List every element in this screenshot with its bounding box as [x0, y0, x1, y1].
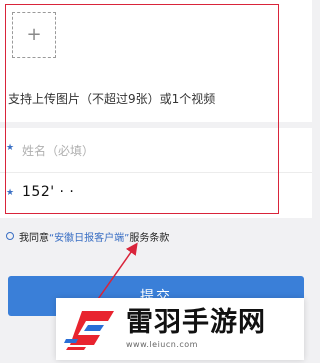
terms-link[interactable]: “安徽日报客户端”: [49, 229, 129, 244]
required-star-icon: ★: [6, 143, 15, 153]
upload-media-button[interactable]: +: [12, 12, 56, 58]
agreement-suffix: 服务条款: [129, 232, 170, 244]
agreement-prefix: 我同意: [19, 232, 49, 244]
watermark-logo-icon: [64, 307, 120, 351]
watermark-title: 雷羽手游网: [126, 307, 266, 338]
watermark-banner: 雷羽手游网 www.leiucn.com: [56, 298, 304, 360]
plus-icon: +: [26, 24, 42, 45]
form-card: + 支持上传图片（不超过9张）或1个视频 ★ 姓名（必填） ★ 152' · ·: [0, 0, 312, 218]
name-input-placeholder[interactable]: 姓名（必填）: [22, 142, 94, 159]
required-star-icon: ★: [6, 188, 15, 198]
feedback-page: + 支持上传图片（不超过9张）或1个视频 ★ 姓名（必填） ★ 152' · ·…: [0, 0, 312, 363]
upload-hint-text: 支持上传图片（不超过9张）或1个视频: [8, 92, 216, 106]
watermark-text: 雷羽手游网 www.leiucn.com: [126, 309, 266, 349]
agreement-row[interactable]: 我同意 “安徽日报客户端” 服务条款: [6, 228, 169, 244]
phone-field[interactable]: ★ 152' · ·: [0, 173, 312, 217]
phone-input-value[interactable]: 152' · ·: [22, 184, 74, 200]
agreement-radio[interactable]: [6, 232, 14, 240]
name-field[interactable]: ★ 姓名（必填）: [0, 128, 312, 173]
watermark-url: www.leiucn.com: [126, 340, 198, 349]
